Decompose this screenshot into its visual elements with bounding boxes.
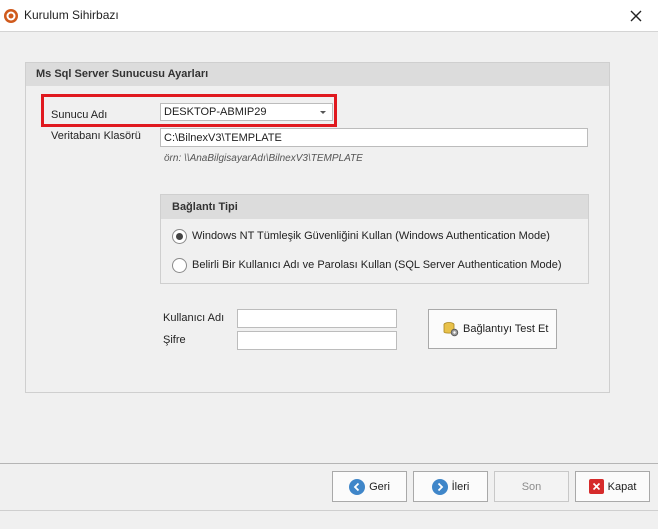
db-folder-label: Veritabanı Klasörü bbox=[51, 130, 141, 142]
server-name-value: DESKTOP-ABMIP29 bbox=[164, 106, 267, 118]
test-connection-button[interactable]: Bağlantıyı Test Et bbox=[428, 309, 557, 349]
arrow-left-icon bbox=[349, 478, 366, 495]
test-connection-label: Bağlantıyı Test Et bbox=[463, 323, 549, 335]
back-label: Geri bbox=[369, 480, 390, 493]
username-label: Kullanıcı Adı bbox=[163, 312, 225, 324]
windows-auth-radio[interactable] bbox=[172, 229, 187, 244]
next-button[interactable]: İleri bbox=[413, 471, 488, 502]
close-button[interactable]: Kapat bbox=[575, 471, 650, 502]
username-input[interactable] bbox=[237, 309, 397, 328]
window-close-button[interactable] bbox=[620, 4, 652, 28]
group-title: Ms Sql Server Sunucusu Ayarları bbox=[36, 68, 209, 80]
close-icon bbox=[630, 10, 642, 22]
db-folder-input[interactable]: C:\BilnexV3\TEMPLATE bbox=[160, 128, 588, 147]
finish-label: Son bbox=[521, 480, 542, 493]
close-label: Kapat bbox=[607, 480, 637, 493]
server-name-combobox[interactable]: DESKTOP-ABMIP29 bbox=[160, 103, 333, 121]
server-name-label: Sunucu Adı bbox=[51, 109, 108, 121]
cancel-x-icon bbox=[588, 479, 604, 494]
status-strip bbox=[0, 510, 658, 529]
db-folder-value: C:\BilnexV3\TEMPLATE bbox=[164, 131, 282, 144]
window-title: Kurulum Sihirbazı bbox=[24, 8, 119, 22]
radio-selected-dot bbox=[176, 233, 183, 240]
arrow-right-icon bbox=[431, 478, 448, 495]
finish-button[interactable]: Son bbox=[494, 471, 569, 502]
back-button[interactable]: Geri bbox=[332, 471, 407, 502]
database-gear-icon bbox=[443, 321, 459, 337]
connection-type-title: Bağlantı Tipi bbox=[172, 201, 238, 213]
password-input[interactable] bbox=[237, 331, 397, 350]
setup-wizard-icon bbox=[3, 8, 19, 24]
sql-auth-label[interactable]: Belirli Bir Kullanıcı Adı ve Parolası Ku… bbox=[192, 259, 562, 271]
password-label: Şifre bbox=[163, 334, 186, 346]
db-folder-hint: örn: \\AnaBilgisayarAdı\BilnexV3\TEMPLAT… bbox=[164, 153, 363, 164]
next-label: İleri bbox=[451, 480, 470, 493]
chevron-down-icon bbox=[320, 111, 326, 114]
sql-auth-radio[interactable] bbox=[172, 258, 187, 273]
windows-auth-label[interactable]: Windows NT Tümleşik Güvenliğini Kullan (… bbox=[192, 230, 550, 242]
